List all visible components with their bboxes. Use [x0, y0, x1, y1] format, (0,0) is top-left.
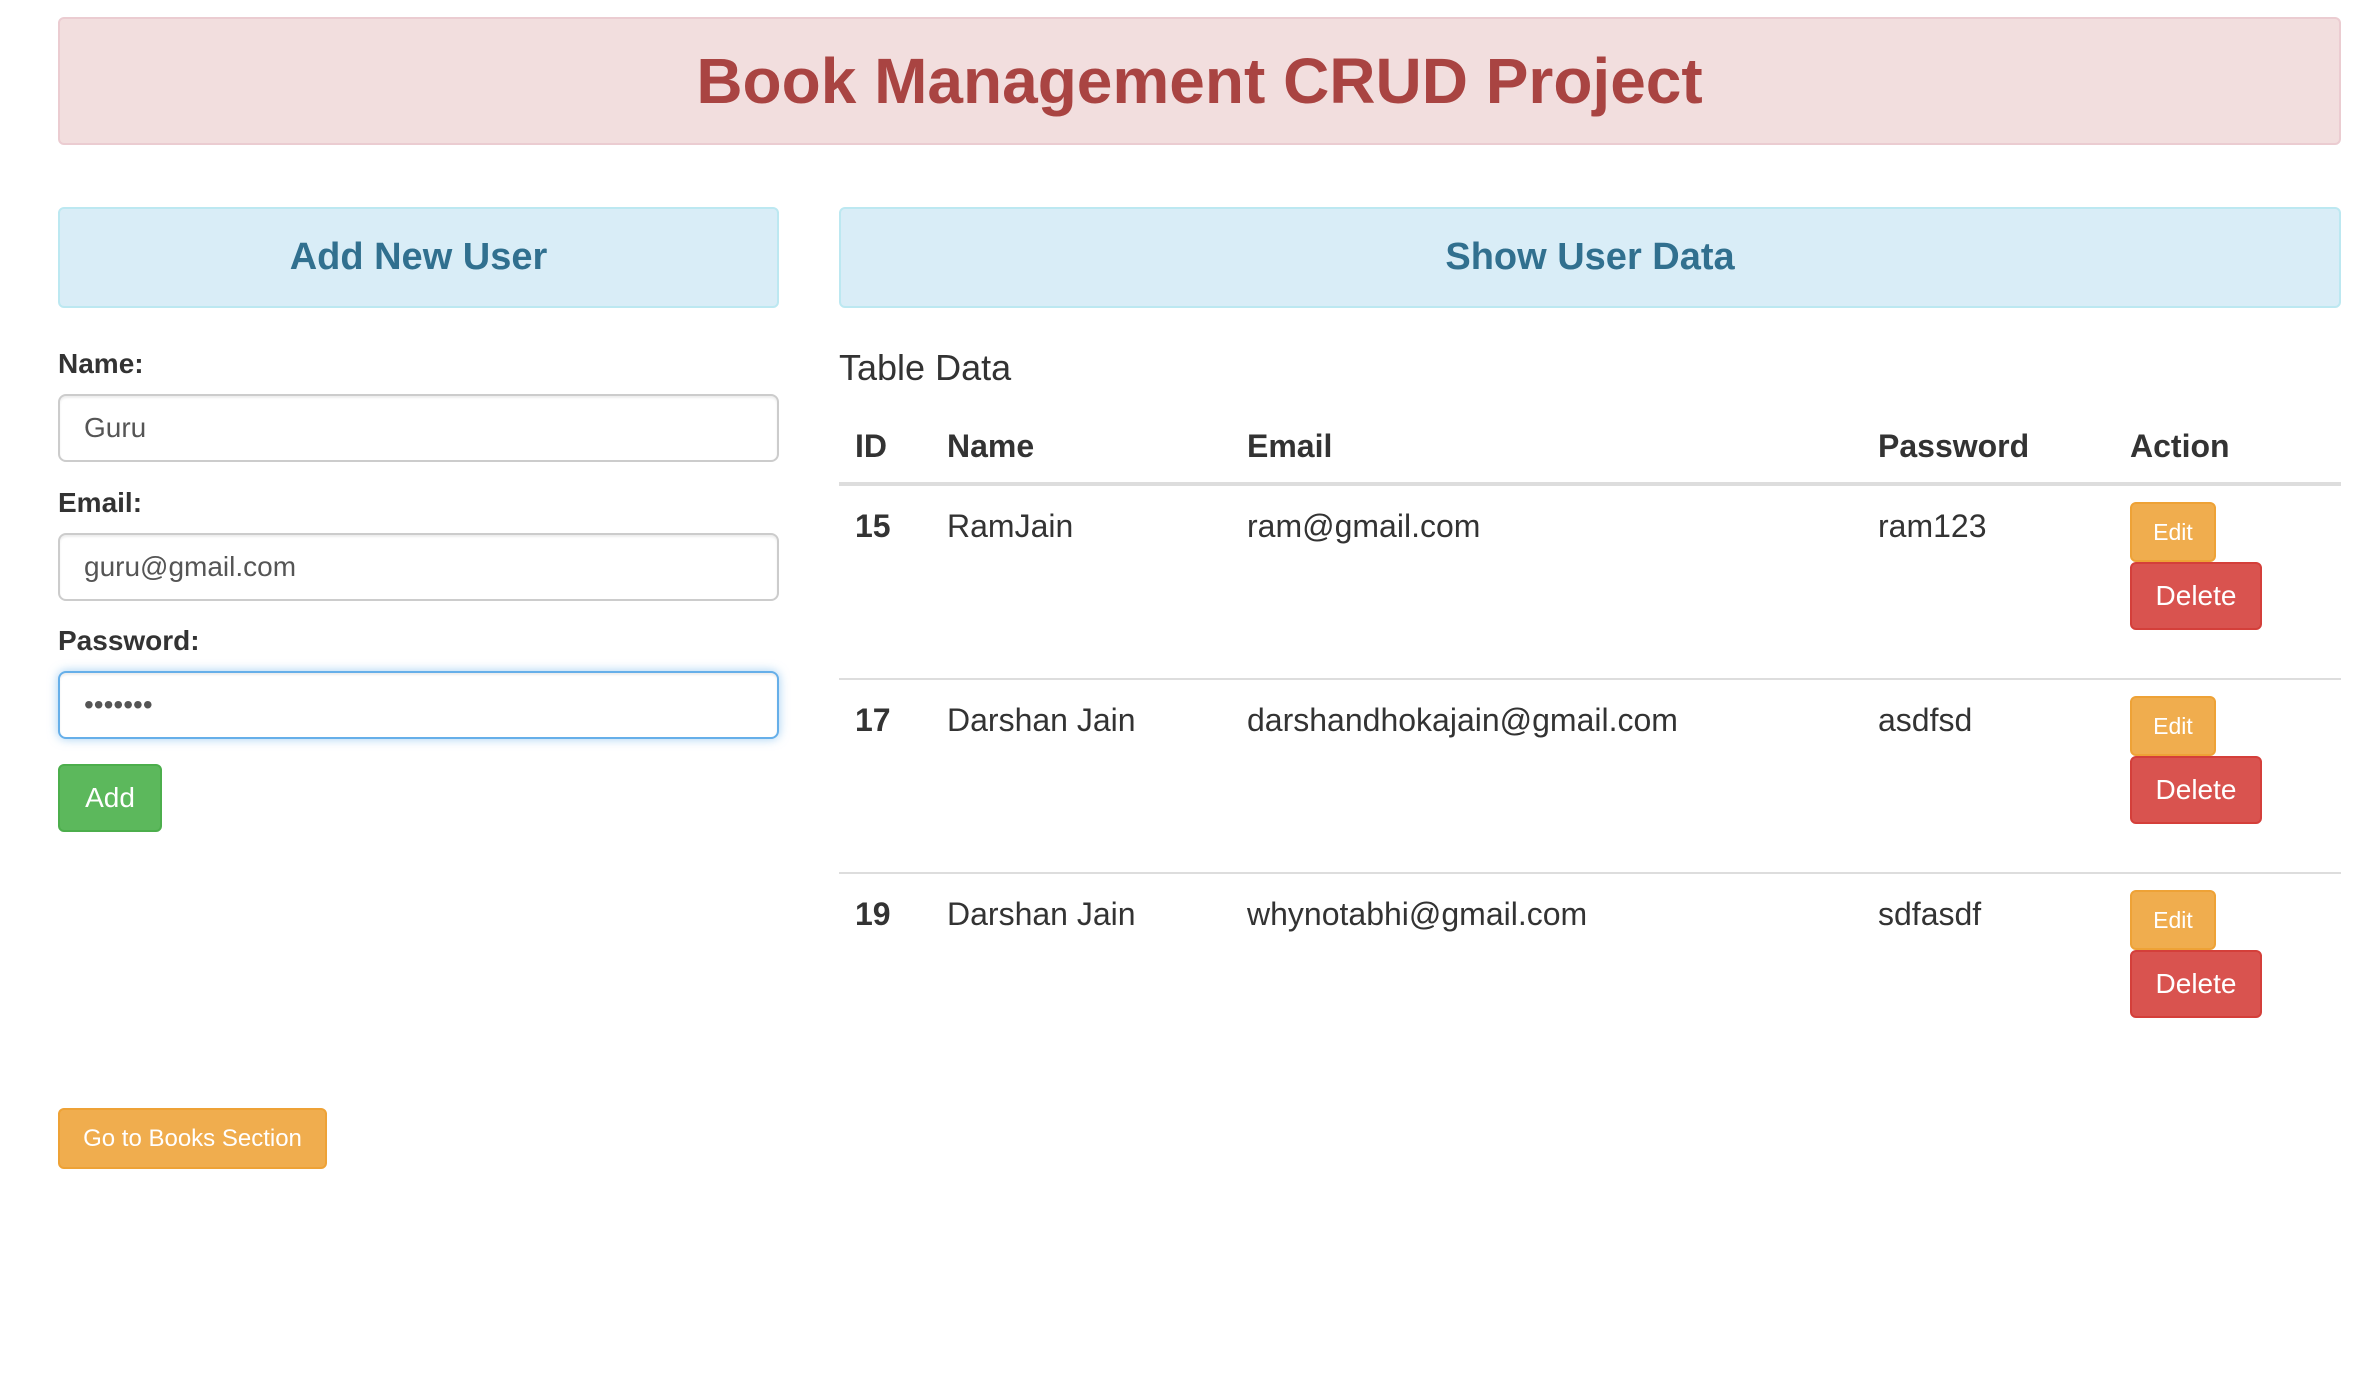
password-label: Password:	[58, 625, 200, 656]
name-label: Name:	[58, 348, 144, 379]
cell-name: RamJain	[947, 508, 1074, 544]
delete-button[interactable]: Delete	[2130, 562, 2262, 630]
delete-button[interactable]: Delete	[2130, 950, 2262, 1018]
edit-button[interactable]: Edit	[2130, 890, 2216, 950]
cell-email: darshandhokajain@gmail.com	[1247, 702, 1678, 738]
go-to-books-button[interactable]: Go to Books Section	[58, 1108, 327, 1169]
column-header-action: Action	[2130, 428, 2230, 464]
column-header-name: Name	[947, 428, 1035, 464]
cell-id: 17	[855, 702, 891, 738]
add-user-panel-heading: Add New User	[58, 207, 779, 308]
show-user-data-panel-heading: Show User Data	[839, 207, 2341, 308]
page-header: Book Management CRUD Project	[58, 17, 2341, 145]
cell-name: Darshan Jain	[947, 896, 1136, 932]
edit-button[interactable]: Edit	[2130, 696, 2216, 756]
cell-id: 15	[855, 508, 891, 544]
table-title: Table Data	[839, 347, 1012, 388]
cell-id: 19	[855, 896, 891, 932]
password-input[interactable]	[58, 671, 779, 739]
table-row: 15 RamJain ram@gmail.com ram123 Edit Del…	[839, 486, 2341, 680]
cell-password: asdfsd	[1878, 702, 1973, 738]
cell-email: ram@gmail.com	[1247, 508, 1481, 544]
email-label: Email:	[58, 487, 143, 518]
page-title: Book Management CRUD Project	[696, 45, 1703, 117]
cell-name: Darshan Jain	[947, 702, 1136, 738]
cell-password: ram123	[1878, 508, 1987, 544]
column-header-password: Password	[1878, 428, 2030, 464]
cell-email: whynotabhi@gmail.com	[1247, 896, 1588, 932]
name-input[interactable]	[58, 394, 779, 462]
table-row: 17 Darshan Jain darshandhokajain@gmail.c…	[839, 680, 2341, 874]
table-header-row: ID Name Email Password Action	[839, 412, 2341, 486]
cell-password: sdfasdf	[1878, 896, 1982, 932]
user-table: ID Name Email Password Action 15 RamJain…	[839, 412, 2341, 1068]
column-header-id: ID	[855, 428, 887, 464]
edit-button[interactable]: Edit	[2130, 502, 2216, 562]
add-button[interactable]: Add	[58, 764, 162, 832]
email-input[interactable]	[58, 533, 779, 601]
column-header-email: Email	[1247, 428, 1333, 464]
table-row: 19 Darshan Jain whynotabhi@gmail.com sdf…	[839, 874, 2341, 1068]
delete-button[interactable]: Delete	[2130, 756, 2262, 824]
